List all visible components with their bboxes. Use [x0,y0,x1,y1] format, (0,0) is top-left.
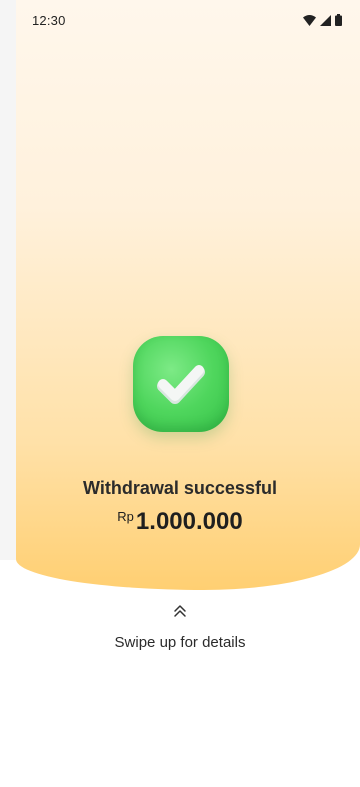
currency-label: Rp [117,509,134,524]
wifi-icon [303,14,316,26]
success-badge-tile [133,336,229,432]
withdrawal-success-screen: 12:30 Withdrawal successful Rp1.000.000 [0,0,360,787]
withdrawal-amount: 1.000.000 [135,508,243,535]
check-icon [157,365,205,404]
swipe-up-hint[interactable]: Swipe up for details [0,634,360,651]
success-title: Withdrawal successful [83,478,277,498]
status-time: 12:30 [32,12,66,28]
amount-row: Rp1.000.000 [0,508,360,536]
status-icons [303,14,342,26]
hero-gradient-panel [16,0,360,590]
status-bar: 12:30 [0,0,360,40]
signal-icon [320,14,331,26]
battery-icon [335,14,342,26]
background-decoration [0,0,16,560]
success-badge [133,336,229,432]
double-chevron-up-icon[interactable] [172,603,188,619]
